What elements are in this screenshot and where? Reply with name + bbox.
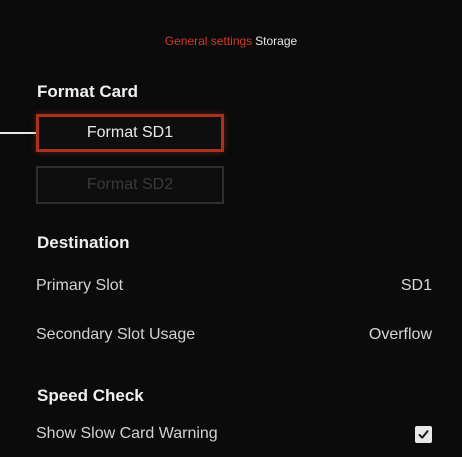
primary-slot-value: SD1 [400, 277, 432, 294]
breadcrumb: General settings Storage [0, 34, 462, 48]
destination-title: Destination [37, 233, 130, 252]
checkmark-icon [418, 429, 429, 439]
focus-indicator-line [0, 132, 36, 134]
primary-slot-row[interactable]: Primary Slot SD1 [36, 277, 432, 295]
primary-slot-label: Primary Slot [36, 277, 124, 294]
format-sd2-button[interactable]: Format SD2 [36, 166, 224, 204]
storage-settings-screen: General settings Storage Format Card Form… [0, 0, 462, 457]
slow-card-warning-label: Show Slow Card Warning [36, 425, 218, 442]
format-card-title: Format Card [37, 82, 139, 101]
secondary-slot-usage-label: Secondary Slot Usage [36, 326, 196, 343]
format-sd1-button[interactable]: Format SD1 [36, 114, 224, 152]
secondary-slot-usage-value: Overflow [368, 326, 432, 343]
breadcrumb-current: Storage [255, 34, 298, 48]
speed-check-title: Speed Check [37, 386, 144, 405]
secondary-slot-usage-row[interactable]: Secondary Slot Usage Overflow [36, 326, 432, 344]
breadcrumb-parent[interactable]: General settings [165, 34, 252, 48]
slow-card-warning-row[interactable]: Show Slow Card Warning [36, 425, 432, 443]
slow-card-warning-checkbox[interactable] [415, 425, 432, 443]
